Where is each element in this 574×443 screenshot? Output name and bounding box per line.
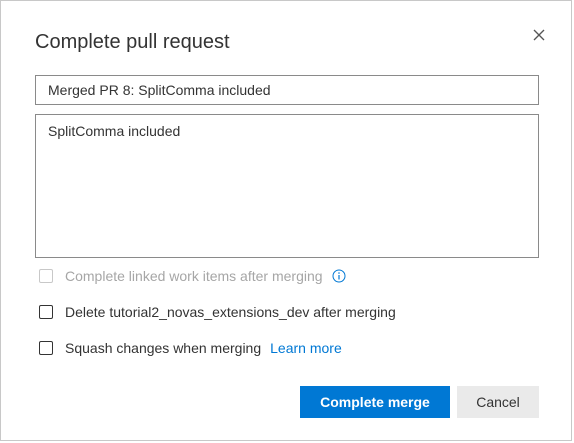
complete-pull-request-dialog: Complete pull request SplitComma include… bbox=[0, 0, 572, 441]
cancel-button[interactable]: Cancel bbox=[457, 386, 539, 418]
dialog-title: Complete pull request bbox=[35, 31, 230, 53]
complete-merge-button[interactable]: Complete merge bbox=[300, 386, 450, 418]
delete-branch-checkbox[interactable] bbox=[39, 305, 53, 319]
squash-checkbox[interactable] bbox=[39, 341, 53, 355]
squash-label[interactable]: Squash changes when merging bbox=[65, 340, 261, 356]
merge-title-input[interactable] bbox=[35, 75, 539, 105]
option-delete-branch[interactable]: Delete tutorial2_novas_extensions_dev af… bbox=[39, 303, 396, 321]
option-complete-work-items: Complete linked work items after merging bbox=[39, 267, 346, 285]
option-squash[interactable]: Squash changes when merging Learn more bbox=[39, 339, 342, 357]
merge-description-textarea[interactable]: SplitComma included bbox=[35, 114, 539, 258]
complete-work-items-label: Complete linked work items after merging bbox=[65, 268, 323, 284]
info-icon[interactable] bbox=[332, 269, 346, 283]
delete-branch-label[interactable]: Delete tutorial2_novas_extensions_dev af… bbox=[65, 304, 396, 320]
close-icon[interactable] bbox=[527, 23, 551, 47]
learn-more-link[interactable]: Learn more bbox=[270, 340, 342, 356]
close-button[interactable] bbox=[527, 23, 551, 47]
complete-work-items-checkbox bbox=[39, 269, 53, 283]
